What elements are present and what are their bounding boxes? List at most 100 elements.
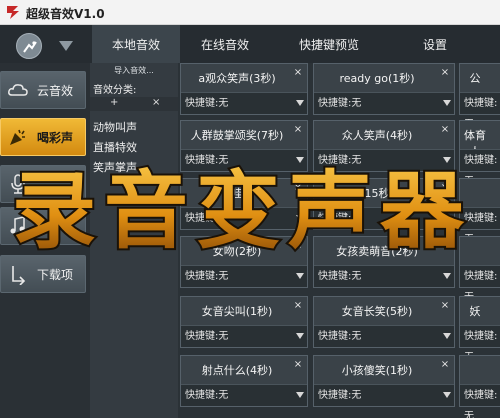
sound-name[interactable]: 射点什么(4秒) [181, 362, 307, 378]
hotkey-label: 快捷键:无 [460, 149, 500, 187]
sidebar-item-cloud-sounds[interactable]: 云音效 [0, 71, 86, 109]
tab-label: 在线音效 [200, 37, 249, 52]
sound-card[interactable]: 体育人快捷键:无 [459, 120, 500, 187]
chevron-down-icon[interactable] [443, 392, 451, 398]
category-panel: 导入音效... 音效分类: + × 动物叫声 直播特效 笑声掌声 [90, 63, 178, 418]
app-logo-icon [7, 6, 19, 19]
add-category-button[interactable]: + [110, 97, 118, 108]
close-icon[interactable]: × [292, 300, 304, 312]
sound-card[interactable]: 女吻(2秒) × 快捷键:无 [180, 236, 308, 288]
hotkey-label: 快捷键:无 [181, 325, 307, 347]
chevron-down-icon[interactable] [443, 157, 451, 163]
sound-name[interactable]: 女音长笑(5秒) [314, 303, 454, 319]
chevron-down-icon[interactable] [296, 333, 304, 339]
sound-name[interactable]: 众人笑声(4秒) [314, 127, 454, 143]
hotkey-label: 快捷键:无 [181, 149, 307, 171]
sound-card[interactable]: 射点什么(4秒) × 快捷键:无 [180, 355, 308, 407]
sound-card[interactable]: 公快捷键:无 [459, 63, 500, 130]
tab-hotkey-preview[interactable]: 快捷键预览 [270, 25, 388, 63]
category-item[interactable]: 直播特效 [93, 139, 137, 155]
close-icon[interactable]: × [292, 359, 304, 371]
chevron-down-icon[interactable] [443, 273, 451, 279]
sound-name[interactable]: 女孩卖萌音(2秒) [314, 243, 454, 259]
tab-settings[interactable]: 设置 [388, 25, 482, 63]
cloud-icon [8, 84, 28, 96]
sound-card[interactable]: ready go(1秒) × 快捷键:无 [313, 63, 455, 115]
sound-name[interactable]: 人群鼓掌颂奖(7秒) [181, 127, 307, 143]
hotkey-label: 快捷键:无 [314, 325, 454, 347]
hotkey-label: 快捷键:无 [181, 384, 307, 406]
chevron-down-icon[interactable] [296, 392, 304, 398]
sound-name[interactable]: 哇 [181, 185, 307, 201]
hotkey-label: 快捷键:无 [181, 207, 307, 229]
close-icon[interactable]: × [439, 182, 451, 194]
chevron-down-icon[interactable] [443, 215, 451, 221]
title-bar: 超级音效V1.0 [0, 0, 500, 25]
hotkey-label: 快捷键:无 [460, 265, 500, 303]
sound-name[interactable]: 女吻(2秒) [181, 243, 307, 259]
avatar[interactable] [16, 33, 42, 59]
chevron-down-icon[interactable] [443, 333, 451, 339]
chevron-down-icon[interactable] [58, 40, 74, 52]
sound-name[interactable]: (15秒) [314, 185, 454, 201]
chevron-down-icon[interactable] [296, 273, 304, 279]
hotkey-label: 快捷键:无 [314, 92, 454, 114]
tab-label: 设置 [422, 37, 447, 52]
close-icon[interactable]: × [292, 67, 304, 79]
party-icon [10, 129, 25, 145]
sound-card[interactable]: 人群鼓掌颂奖(7秒) × 快捷键:无 [180, 120, 308, 172]
sound-name[interactable]: 妖 [460, 303, 500, 319]
sidebar-item-music[interactable] [0, 207, 86, 245]
sound-card[interactable]: 众人笑声(4秒) × 快捷键:无 [313, 120, 455, 172]
category-toolbar: + × [90, 97, 178, 111]
sound-card[interactable]: (15秒) × 快捷键:无 [313, 178, 455, 230]
close-icon[interactable]: × [439, 240, 451, 252]
sound-card[interactable]: 女音尖叫(1秒) × 快捷键:无 [180, 296, 308, 348]
sound-card[interactable]: 女音长笑(5秒) × 快捷键:无 [313, 296, 455, 348]
sidebar-item-downloads[interactable]: 下载项 [0, 255, 86, 293]
sound-card[interactable]: 快捷键:无 [459, 178, 500, 245]
tab-online-sounds[interactable]: 在线音效 [180, 25, 270, 63]
sound-name[interactable]: ready go(1秒) [314, 70, 454, 86]
hotkey-label: 快捷键:无 [460, 325, 500, 363]
chevron-down-icon[interactable] [296, 157, 304, 163]
sound-name[interactable]: a观众笑声(3秒) [181, 70, 307, 86]
close-icon[interactable]: × [292, 182, 304, 194]
close-icon[interactable]: × [439, 359, 451, 371]
close-icon[interactable]: × [439, 67, 451, 79]
hotkey-label: 快捷键:无 [460, 384, 500, 418]
category-item[interactable]: 动物叫声 [93, 119, 137, 135]
remove-category-button[interactable]: × [152, 97, 160, 108]
tab-local-sounds[interactable]: 本地音效 [92, 25, 180, 63]
microphone-icon [11, 174, 25, 194]
sidebar-item-label: 云音效 [37, 83, 74, 98]
sound-card[interactable]: 哇 × 快捷键:无 [180, 178, 308, 230]
chevron-down-icon[interactable] [296, 215, 304, 221]
sidebar-item-label: 喝彩声 [37, 130, 74, 145]
close-icon[interactable]: × [439, 124, 451, 136]
sound-name[interactable]: 女音尖叫(1秒) [181, 303, 307, 319]
tab-label: 快捷键预览 [298, 37, 359, 52]
sound-card[interactable]: 女孩卖萌音(2秒) × 快捷键:无 [313, 236, 455, 288]
sound-card[interactable]: 快捷键:无 [459, 236, 500, 303]
hotkey-label: 快捷键:无 [460, 92, 500, 130]
close-icon[interactable]: × [292, 240, 304, 252]
user-avatar-icon [23, 41, 37, 53]
sound-card[interactable]: a观众笑声(3秒) × 快捷键:无 [180, 63, 308, 115]
hotkey-label: 快捷键:无 [314, 384, 454, 406]
sound-name[interactable]: 公 [460, 70, 500, 86]
sidebar-item-voice[interactable] [0, 165, 86, 203]
sound-name[interactable]: 小孩傻笑(1秒) [314, 362, 454, 378]
close-icon[interactable]: × [292, 124, 304, 136]
sound-card[interactable]: 小孩傻笑(1秒) × 快捷键:无 [313, 355, 455, 407]
sound-card[interactable]: 快捷键:无 [459, 355, 500, 418]
chevron-down-icon[interactable] [443, 100, 451, 106]
hotkey-label: 快捷键:无 [181, 265, 307, 287]
chevron-down-icon[interactable] [296, 100, 304, 106]
sidebar-item-cheers[interactable]: 喝彩声 [0, 118, 86, 156]
import-sounds-button[interactable]: 导入音效... [90, 65, 178, 76]
sound-card[interactable]: 妖快捷键:无 [459, 296, 500, 363]
close-icon[interactable]: × [439, 300, 451, 312]
category-title: 音效分类: [93, 85, 137, 96]
category-item[interactable]: 笑声掌声 [93, 159, 137, 175]
